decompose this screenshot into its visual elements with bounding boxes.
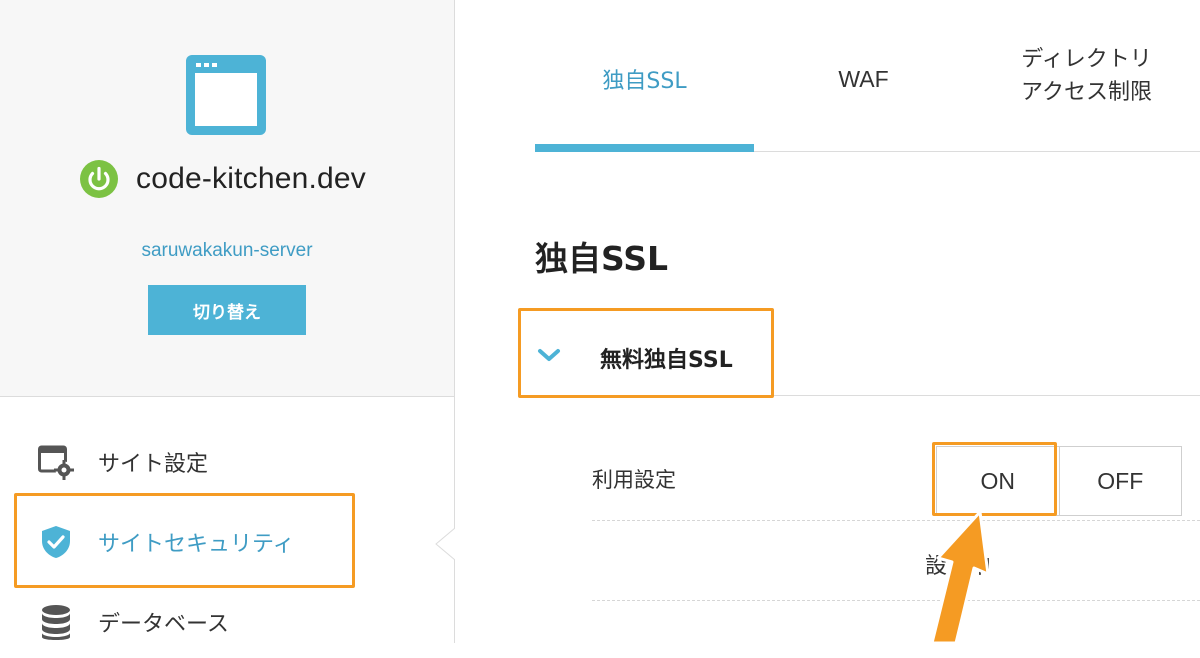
site-card: code-kitchen.dev saruwakakun-server 切り替え xyxy=(0,0,454,397)
power-icon xyxy=(80,160,118,198)
divider xyxy=(592,600,1200,601)
switch-server-button[interactable]: 切り替え xyxy=(148,285,306,335)
sidebar-item-site-security[interactable]: サイトセキュリティ xyxy=(0,506,454,578)
active-item-notch xyxy=(435,528,456,560)
site-domain-row: code-kitchen.dev xyxy=(80,157,366,201)
annotation-arrow-icon xyxy=(930,510,990,643)
sidebar-item-label: データベース xyxy=(98,612,229,637)
off-button[interactable]: OFF xyxy=(1058,447,1181,515)
browser-window-icon xyxy=(186,55,266,135)
sidebar-item-label: サイト設定 xyxy=(98,452,209,477)
main-panel: 独自SSL WAF ディレクトリ アクセス制限 独自SSL 無料独自SSL 利用… xyxy=(455,0,1200,643)
database-icon xyxy=(42,605,70,640)
usage-setting-label: 利用設定 xyxy=(592,468,676,492)
tab-waf[interactable]: WAF xyxy=(754,0,973,152)
accordion-label: 無料独自SSL xyxy=(600,348,733,373)
sidebar: code-kitchen.dev saruwakakun-server 切り替え… xyxy=(0,0,456,643)
server-name-link[interactable]: saruwakakun-server xyxy=(0,240,454,262)
sidebar-item-site-settings[interactable]: サイト設定 xyxy=(0,426,454,498)
sidebar-item-label: サイトセキュリティ xyxy=(98,532,295,557)
sidebar-item-database[interactable]: データベース xyxy=(0,586,454,658)
shield-check-icon xyxy=(42,526,70,558)
site-domain: code-kitchen.dev xyxy=(136,162,367,195)
tab-label-line2: アクセス制限 xyxy=(1021,80,1152,105)
tab-custom-ssl[interactable]: 独自SSL xyxy=(535,0,754,152)
chevron-down-icon xyxy=(538,349,560,361)
tab-bar: 独自SSL WAF ディレクトリ アクセス制限 xyxy=(535,0,1200,152)
free-ssl-accordion[interactable]: 無料独自SSL xyxy=(535,320,1200,396)
site-settings-icon xyxy=(38,445,74,480)
page-title: 独自SSL xyxy=(535,239,669,278)
tab-directory-access[interactable]: ディレクトリ アクセス制限 xyxy=(973,0,1200,152)
tab-label-line1: ディレクトリ xyxy=(1021,47,1152,72)
active-tab-indicator xyxy=(535,144,754,152)
divider xyxy=(592,520,1200,521)
